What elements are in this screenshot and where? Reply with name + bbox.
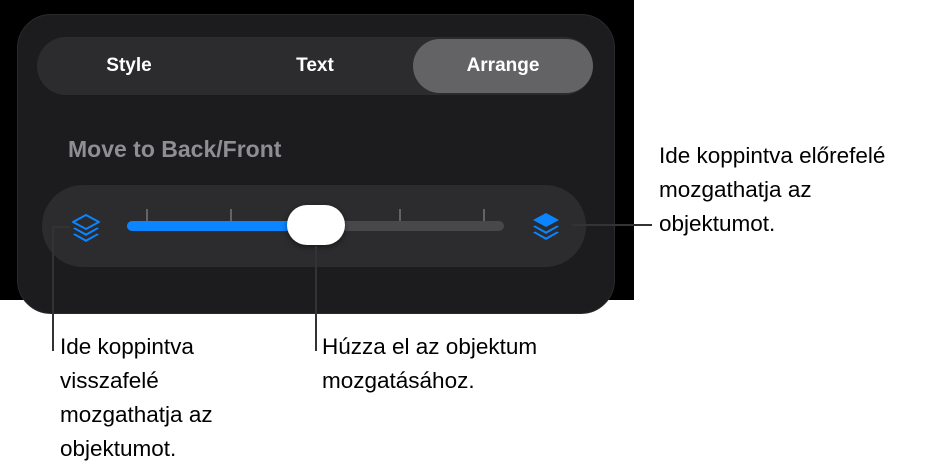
slider-tick: [230, 209, 233, 221]
layers-back-icon[interactable]: [70, 212, 102, 244]
tab-arrange[interactable]: Arrange: [413, 39, 593, 93]
callout-front-line: Ide koppintva előrefelé: [659, 143, 886, 168]
callout-back-line: Ide koppintva: [60, 334, 194, 359]
callout-back-line: objektumot.: [60, 436, 177, 461]
callout-thumb: Húzza el az objektum mozgatásához.: [322, 330, 537, 398]
callout-line-back-tick: [52, 226, 70, 228]
callout-line-front: [572, 224, 652, 226]
callout-back-line: mozgathatja az: [60, 402, 213, 427]
layers-front-icon[interactable]: [530, 210, 562, 242]
callout-front-line: objektumot.: [659, 211, 776, 236]
callout-thumb-line: Húzza el az objektum: [322, 334, 538, 359]
callout-line-back: [52, 226, 54, 351]
tab-text[interactable]: Text: [225, 39, 405, 93]
format-tabs: Style Text Arrange: [37, 37, 593, 95]
callout-back: Ide koppintva visszafelé mozgathatja az …: [60, 330, 213, 466]
slider-tick: [146, 209, 148, 221]
slider-thumb[interactable]: [286, 205, 345, 245]
slider-tick: [483, 209, 485, 221]
tab-style[interactable]: Style: [39, 39, 219, 93]
callout-thumb-line: mozgatásához.: [322, 368, 475, 393]
callout-front: Ide koppintva előrefelé mozgathatja az o…: [659, 139, 885, 241]
callout-back-line: visszafelé: [60, 368, 159, 393]
section-title: Move to Back/Front: [68, 136, 282, 162]
callout-line-thumb: [315, 246, 317, 351]
slider-tick: [398, 209, 401, 221]
callout-front-line: mozgathatja az: [659, 177, 812, 202]
